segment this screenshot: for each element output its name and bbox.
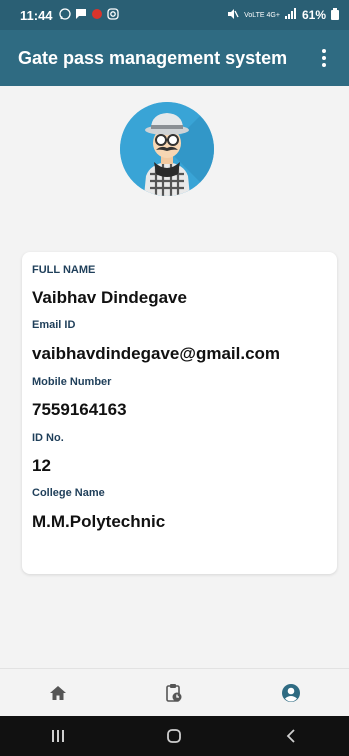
whatsapp-icon [58,7,71,23]
back-icon[interactable] [271,716,311,756]
bottom-navigation [0,668,349,716]
id-value: 12 [32,456,51,475]
nav-home[interactable] [38,673,78,713]
full-name-label: FULL NAME [32,264,96,276]
college-value: M.M.Polytechnic [32,512,166,531]
network-type: VoLTE 4G+ [244,11,280,19]
page-title: Gate pass management system [18,47,288,68]
more-options-icon[interactable] [317,46,331,70]
message-icon [75,8,87,23]
account-circle-icon [281,683,300,702]
nav-history[interactable] [154,673,194,713]
person-avatar-icon [120,102,214,196]
status-bar: 11:44 VoLTE 4G+ 61% [0,0,349,30]
id-label: ID No. [32,432,64,444]
home-icon [50,685,67,700]
mobile-label: Mobile Number [32,376,112,388]
app-bar: Gate pass management system [0,30,349,86]
avatar [120,102,214,196]
mobile-value: 7559164163 [32,400,127,419]
full-name-value: Vaibhav Dindegave [32,288,187,307]
mute-icon [227,8,239,23]
instagram-icon [106,7,119,23]
status-time: 11:44 [20,7,53,23]
notification-icons [58,7,119,23]
clipboard-clock-icon [166,683,182,702]
app-notification-icon [91,8,103,23]
profile-card: FULL NAME Vaibhav Dindegave Email ID vai… [22,252,337,574]
signal-icon [284,8,297,22]
battery-icon [331,7,339,23]
system-status-icons: VoLTE 4G+ 61% [227,7,339,23]
battery-percent: 61% [301,8,326,22]
email-label: Email ID [32,319,76,331]
college-label: College Name [32,487,105,499]
system-navigation-bar [0,716,349,756]
nav-profile[interactable] [271,673,311,713]
home-button-icon[interactable] [154,716,194,756]
recent-apps-icon[interactable] [38,716,78,756]
email-value: vaibhavdindegave@gmail.com [32,344,281,363]
